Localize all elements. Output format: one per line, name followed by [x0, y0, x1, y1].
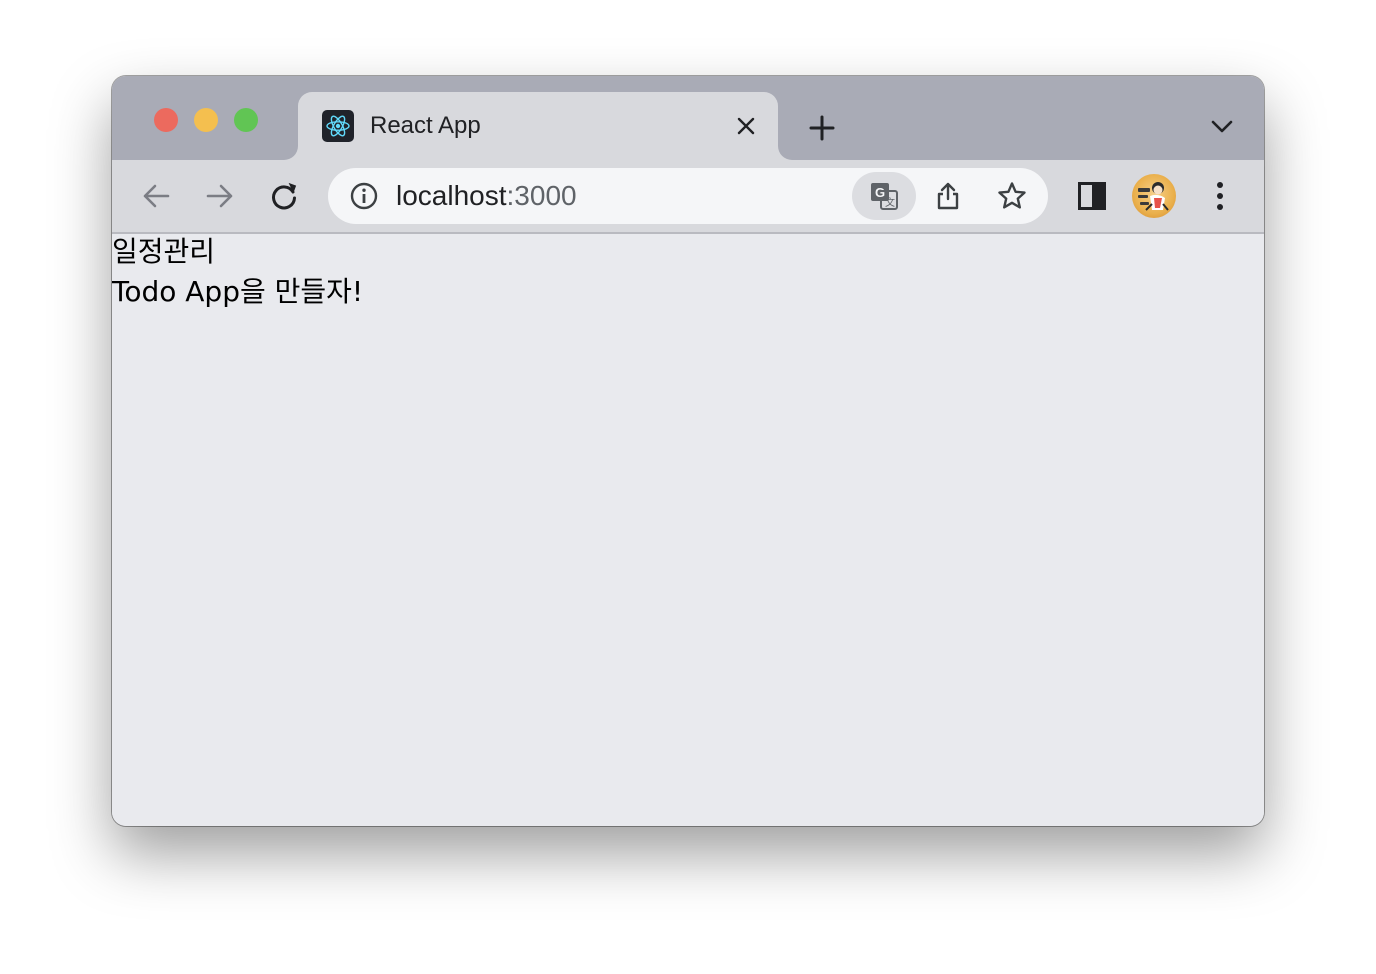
react-logo-icon — [322, 110, 354, 142]
kebab-menu-icon[interactable] — [1202, 178, 1238, 214]
svg-text:文: 文 — [885, 196, 895, 209]
side-panel-icon[interactable] — [1074, 178, 1110, 214]
plus-icon[interactable] — [802, 108, 842, 148]
url-port: :3000 — [506, 180, 577, 211]
zoom-window-button[interactable] — [234, 108, 258, 132]
chevron-down-icon[interactable] — [1204, 110, 1240, 142]
avatar[interactable] — [1132, 174, 1176, 218]
page-heading: 일정관리 — [112, 235, 216, 268]
share-icon[interactable] — [930, 178, 966, 214]
url-host: localhost — [396, 180, 507, 211]
star-icon[interactable] — [994, 178, 1030, 214]
tab-title: React App — [370, 112, 481, 139]
translate-icon[interactable]: G 文 — [852, 172, 916, 220]
info-icon[interactable] — [348, 180, 380, 212]
page-subtitle: Todo App을 만들자! — [112, 275, 364, 308]
close-window-button[interactable] — [154, 108, 178, 132]
close-icon[interactable] — [732, 112, 760, 140]
browser-toolbar: localhost:3000 G 文 — [112, 160, 1264, 234]
reload-icon[interactable] — [266, 178, 302, 214]
address-bar[interactable]: localhost:3000 G 文 — [328, 168, 1048, 224]
arrow-right-icon[interactable] — [202, 178, 238, 214]
svg-text:G: G — [875, 185, 885, 200]
minimize-window-button[interactable] — [194, 108, 218, 132]
tab-react-app[interactable]: React App — [298, 92, 778, 160]
tab-strip: React App — [112, 76, 1264, 160]
browser-window: React App localhost:3000 G 文 일정관리 Todo A… — [112, 76, 1264, 826]
url-text[interactable]: localhost:3000 — [396, 182, 577, 210]
arrow-left-icon[interactable] — [138, 178, 174, 214]
page-content: 일정관리 Todo App을 만들자! — [112, 234, 1264, 826]
